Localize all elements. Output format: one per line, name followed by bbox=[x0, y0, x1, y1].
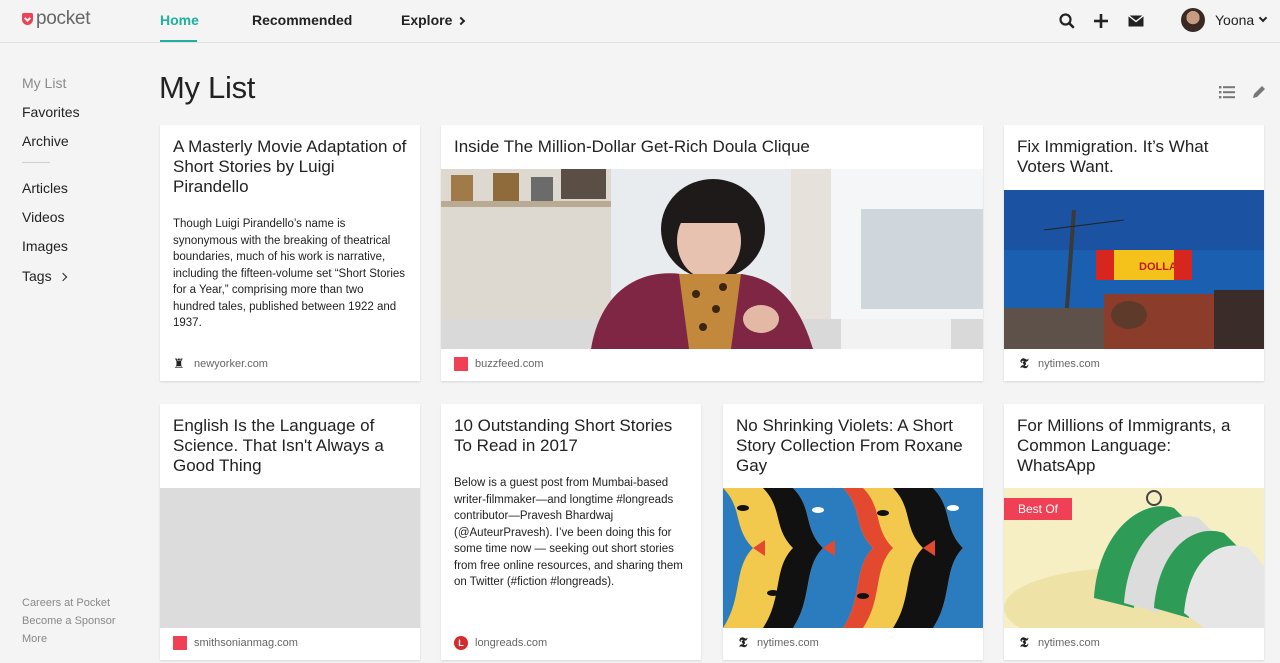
pocket-logo-text: pocket bbox=[36, 8, 91, 29]
mail-icon[interactable] bbox=[1126, 11, 1146, 31]
article-title[interactable]: English Is the Language of Science. That… bbox=[173, 416, 408, 476]
pocket-logo[interactable]: pocket bbox=[22, 8, 90, 30]
article-card[interactable]: No Shrinking Violets: A Short Story Coll… bbox=[723, 404, 983, 660]
best-of-badge: Best Of bbox=[1004, 498, 1073, 520]
source-domain: newyorker.com bbox=[194, 358, 268, 370]
article-image bbox=[160, 488, 420, 628]
article-card[interactable]: Inside The Million-Dollar Get-Rich Doula… bbox=[441, 125, 983, 381]
article-image: DOLLAR. bbox=[1004, 190, 1264, 349]
article-excerpt: Below is a guest post from Mumbai-based … bbox=[454, 477, 683, 588]
article-image bbox=[723, 488, 983, 628]
article-source[interactable]: ♜ newyorker.com bbox=[173, 357, 268, 371]
footer-link-careers[interactable]: Careers at Pocket bbox=[22, 597, 110, 609]
smithsonian-icon bbox=[173, 636, 187, 650]
article-card[interactable]: For Millions of Immigrants, a Common Lan… bbox=[1004, 404, 1264, 660]
footer-link-sponsor[interactable]: Become a Sponsor bbox=[22, 615, 116, 627]
buzzfeed-icon bbox=[454, 357, 468, 371]
article-card[interactable]: English Is the Language of Science. That… bbox=[160, 404, 420, 660]
tab-home[interactable]: Home bbox=[160, 12, 199, 28]
top-bar: pocket Home Recommended Explore Yoona bbox=[0, 0, 1280, 43]
tab-explore[interactable]: Explore bbox=[401, 12, 466, 28]
list-view-icon[interactable] bbox=[1218, 83, 1236, 101]
article-title[interactable]: A Masterly Movie Adaptation of Short Sto… bbox=[173, 137, 408, 197]
sidebar-item-videos[interactable]: Videos bbox=[22, 209, 65, 225]
source-domain: smithsonianmag.com bbox=[194, 637, 298, 649]
sidebar-item-favorites[interactable]: Favorites bbox=[22, 104, 80, 120]
article-source[interactable]: buzzfeed.com bbox=[454, 357, 543, 371]
nytimes-icon: 𝕿 bbox=[1019, 635, 1029, 651]
avatar[interactable] bbox=[1181, 8, 1205, 32]
chevron-right-icon bbox=[58, 272, 67, 282]
nytimes-icon: 𝕿 bbox=[1019, 356, 1029, 372]
article-card[interactable]: A Masterly Movie Adaptation of Short Sto… bbox=[160, 125, 420, 381]
tab-explore-label: Explore bbox=[401, 12, 453, 28]
chevron-down-icon[interactable] bbox=[1258, 13, 1268, 23]
sidebar-divider bbox=[22, 162, 50, 163]
article-card[interactable]: 10 Outstanding Short Stories To Read in … bbox=[441, 404, 701, 660]
page-title: My List bbox=[159, 70, 256, 105]
article-title[interactable]: Inside The Million-Dollar Get-Rich Doula… bbox=[454, 137, 971, 157]
article-title[interactable]: No Shrinking Violets: A Short Story Coll… bbox=[736, 416, 971, 476]
nytimes-icon: 𝕿 bbox=[738, 635, 748, 651]
newyorker-icon: ♜ bbox=[173, 356, 185, 371]
sidebar-item-tags[interactable]: Tags bbox=[22, 268, 67, 284]
sidebar-item-images[interactable]: Images bbox=[22, 238, 68, 254]
longreads-icon: L bbox=[454, 636, 468, 650]
source-domain: longreads.com bbox=[475, 637, 548, 649]
search-icon[interactable] bbox=[1057, 11, 1077, 31]
pocket-logo-icon bbox=[22, 13, 33, 25]
source-domain: nytimes.com bbox=[1038, 358, 1100, 370]
article-source[interactable]: smithsonianmag.com bbox=[173, 636, 298, 650]
tab-recommended[interactable]: Recommended bbox=[252, 12, 352, 28]
article-source[interactable]: 𝕿 nytimes.com bbox=[1017, 636, 1100, 650]
article-source[interactable]: 𝕿 nytimes.com bbox=[736, 636, 819, 650]
article-excerpt: Though Luigi Pirandello’s name is synony… bbox=[173, 218, 406, 329]
sidebar-item-my-list[interactable]: My List bbox=[22, 75, 66, 91]
article-source[interactable]: L longreads.com bbox=[454, 636, 547, 650]
username[interactable]: Yoona bbox=[1215, 12, 1254, 28]
article-title[interactable]: For Millions of Immigrants, a Common Lan… bbox=[1017, 416, 1252, 476]
active-tab-indicator bbox=[160, 40, 197, 42]
article-card[interactable]: Fix Immigration. It’s What Voters Want. … bbox=[1004, 125, 1264, 381]
source-domain: buzzfeed.com bbox=[475, 358, 544, 370]
add-icon[interactable] bbox=[1091, 11, 1111, 31]
chevron-right-icon bbox=[457, 16, 466, 26]
sidebar-item-articles[interactable]: Articles bbox=[22, 180, 68, 196]
article-source[interactable]: 𝕿 nytimes.com bbox=[1017, 357, 1100, 371]
article-title[interactable]: 10 Outstanding Short Stories To Read in … bbox=[454, 416, 689, 456]
article-image bbox=[441, 169, 983, 349]
sidebar-item-archive[interactable]: Archive bbox=[22, 133, 69, 149]
source-domain: nytimes.com bbox=[1038, 637, 1100, 649]
sidebar-item-tags-label: Tags bbox=[22, 268, 52, 284]
article-title[interactable]: Fix Immigration. It’s What Voters Want. bbox=[1017, 137, 1252, 177]
source-domain: nytimes.com bbox=[757, 637, 819, 649]
edit-icon[interactable] bbox=[1250, 83, 1268, 101]
article-image: Best Of bbox=[1004, 488, 1264, 628]
footer-link-more[interactable]: More bbox=[22, 633, 47, 645]
